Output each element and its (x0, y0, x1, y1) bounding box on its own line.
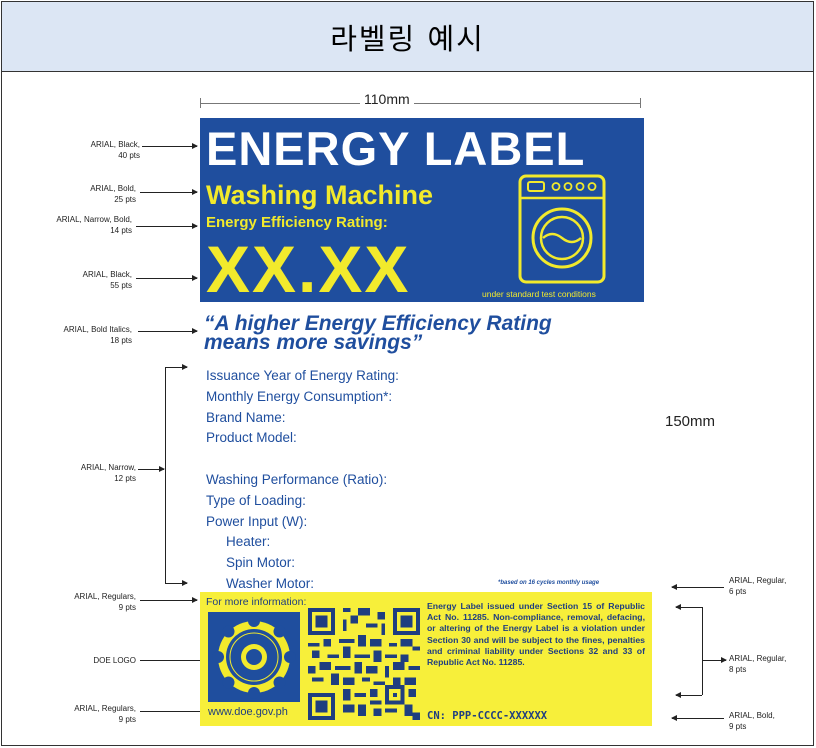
fields-bracket (165, 367, 166, 583)
label-fields: Issuance Year of Energy Rating: Monthly … (206, 366, 399, 595)
header-title: 라벨링 예시 (330, 21, 485, 56)
annotation-rating-value-font: ARIAL, Black, 55 pts (82, 270, 132, 290)
field-brand-name: Brand Name: (206, 409, 286, 425)
certificate-number: CN: PPP-CCCC-XXXXXX (427, 710, 548, 722)
annotation-arrow (140, 189, 198, 195)
field-product-model: Product Model: (206, 430, 297, 446)
annotation-more-info-font: ARIAL, Regulars, 9 pts (74, 592, 136, 612)
annotation-arrow (675, 604, 702, 610)
annotation-doe-logo: DOE LOGO (93, 656, 136, 665)
width-dimension-line (200, 103, 640, 104)
annotation-legal-font: ARIAL, Regular, 8 pts (729, 654, 787, 674)
annotation-arrow (702, 657, 727, 663)
annotation-arrow (136, 275, 198, 281)
field-spin-motor: Spin Motor: (226, 555, 296, 571)
annotation-arrow (138, 328, 198, 334)
annotation-footnote-font: ARIAL, Regular, 6 pts (729, 576, 787, 596)
field-issuance-year: Issuance Year of Energy Rating: (206, 368, 399, 383)
annotation-arrow (165, 580, 188, 586)
annotation-slogan-font: ARIAL, Bold Italics, 18 pts (63, 325, 132, 345)
field-type-of-loading: Type of Loading: (206, 492, 306, 508)
annotation-website-font: ARIAL, Regulars, 9 pts (74, 704, 136, 724)
legal-text: Energy Label issued under Section 15 of … (427, 601, 645, 668)
width-dimension-label: 110mm (360, 91, 414, 107)
washing-machine-icon (518, 174, 606, 284)
energy-label-header: ENERGY LABEL Washing Machine Energy Effi… (200, 118, 644, 302)
label-title: ENERGY LABEL (206, 122, 586, 175)
annotation-arrow (138, 466, 165, 472)
header-bar: 라벨링 예시 (2, 2, 813, 72)
website-link: www.doe.gov.ph (208, 706, 288, 718)
doe-logo-icon (208, 612, 300, 702)
height-dimension-label: 150mm (665, 413, 716, 430)
annotation-appliance-font: ARIAL, Bold, 25 pts (90, 184, 136, 204)
field-heater: Heater: (226, 534, 271, 550)
label-slogan: “A higher Energy Efficiency Rating means… (204, 312, 552, 354)
annotation-arrow (140, 708, 207, 714)
annotation-arrow (671, 584, 724, 590)
energy-label-footer: For more information: www.doe.gov.ph Ene… (200, 592, 652, 726)
label-standard-note: under standard test conditions (482, 289, 596, 299)
annotation-arrow (140, 657, 207, 663)
legal-bracket (702, 607, 703, 695)
annotation-arrow (671, 715, 724, 721)
label-rating-value: XX.XX (206, 232, 411, 302)
field-power-input: Power Input (W): (206, 513, 308, 529)
width-dimension-tick (640, 98, 641, 108)
annotation-rating-label-font: ARIAL, Narrow, Bold, 14 pts (56, 215, 132, 235)
annotation-arrow (675, 692, 702, 698)
annotation-fields-font: ARIAL, Narrow, 12 pts (80, 463, 136, 483)
annotation-arrow (140, 597, 198, 603)
annotation-arrow (136, 223, 198, 229)
label-appliance: Washing Machine (206, 180, 434, 210)
annotation-cn-font: ARIAL, Bold, 9 pts (729, 711, 775, 731)
label-footnote: *based on 16 cycles monthly usage (498, 580, 600, 586)
width-dimension-tick (200, 98, 201, 108)
label-rating-label: Energy Efficiency Rating: (206, 214, 388, 231)
annotation-arrow (142, 143, 198, 149)
more-info-text: For more information: (206, 596, 307, 608)
annotation-arrow (165, 364, 188, 370)
qr-code-icon (308, 608, 420, 720)
field-washing-performance: Washing Performance (Ratio): (206, 471, 388, 487)
annotation-title-font: ARIAL, Black, 40 pts (90, 140, 140, 160)
field-monthly-consumption: Monthly Energy Consumption*: (206, 388, 393, 404)
